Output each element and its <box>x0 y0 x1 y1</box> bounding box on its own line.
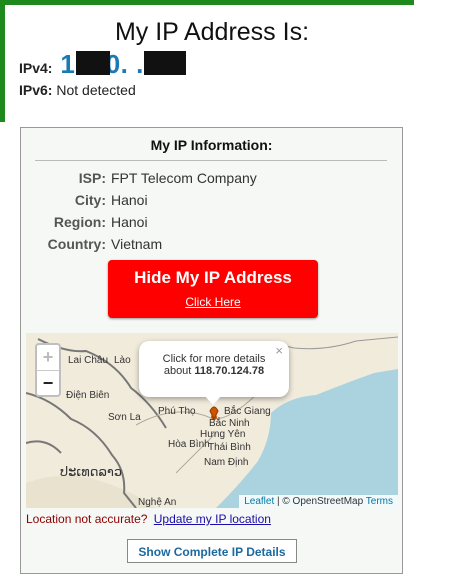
info-key: Region: <box>53 214 106 230</box>
map-label: Lai Châu <box>68 355 109 366</box>
zoom-control: + − <box>35 343 61 397</box>
popup-ip: 118.70.124.78 <box>194 365 265 377</box>
map-attribution: Leaflet | © OpenStreetMap Terms <box>239 495 398 508</box>
location-question: Location not accurate? <box>26 512 148 526</box>
map-label: Bắc Giang <box>224 406 271 417</box>
map-label: Nam Định <box>204 457 249 468</box>
info-key: City: <box>74 192 106 208</box>
popup-line1: Click for more details <box>162 353 266 365</box>
ipv6-value: Not detected <box>56 82 136 98</box>
map-label: Phú Thọ <box>158 406 196 417</box>
info-value: Vietnam <box>111 236 163 252</box>
info-row-city: City: Hanoi <box>21 192 402 212</box>
map-label: ປະເທດລາວ <box>60 464 123 479</box>
top-accent-bar <box>0 0 414 5</box>
map-popup[interactable]: × Click for more details about 118.70.12… <box>139 341 289 397</box>
show-details-button[interactable]: Show Complete IP Details <box>127 539 297 563</box>
map-label: Bắc Ninh <box>209 418 250 429</box>
ipv6-line: IPv6: Not detected <box>19 82 136 98</box>
location-map[interactable]: Lai Châu Lào Điện Biên Sơn La Phú Thọ Bắ… <box>26 333 398 508</box>
ipv4-value: 1 .70. .78 <box>60 49 187 79</box>
page-title: My IP Address Is: <box>114 18 310 46</box>
attribution-text: | © OpenStreetMap <box>277 496 364 507</box>
info-key: ISP: <box>78 170 106 186</box>
info-value: Hanoi <box>111 214 148 230</box>
info-row-region: Region: Hanoi <box>21 214 402 234</box>
map-label: Nghệ An <box>138 497 177 508</box>
hide-my-ip-button[interactable]: Hide My IP Address Click Here <box>108 260 318 318</box>
info-row-isp: ISP: FPT Telecom Company <box>21 170 402 190</box>
info-value: Hanoi <box>111 192 148 208</box>
leaflet-link[interactable]: Leaflet <box>244 496 274 507</box>
map-label: Hòa Bình <box>168 439 210 450</box>
zoom-in-button[interactable]: + <box>37 345 59 371</box>
info-key: Country: <box>47 236 106 252</box>
info-value: FPT Telecom Company <box>111 170 257 186</box>
map-label: Thái Bình <box>208 442 251 453</box>
hide-button-title: Hide My IP Address <box>134 268 292 287</box>
popup-prefix: about <box>163 365 192 377</box>
ip-redaction-mask <box>76 51 111 75</box>
hide-button-link[interactable]: Click Here <box>108 295 318 309</box>
info-row-country: Country: Vietnam <box>21 236 402 256</box>
popup-tip <box>204 395 222 405</box>
map-label: Điện Biên <box>66 390 110 401</box>
location-notice: Location not accurate? Update my IP loca… <box>26 512 271 526</box>
map-label: Sơn La <box>108 412 141 423</box>
ip-info-panel: My IP Information: ISP: FPT Telecom Comp… <box>20 127 403 574</box>
ip-redaction-mask <box>144 51 187 75</box>
terms-link[interactable]: Terms <box>366 496 393 507</box>
ipv4-line: IPv4: 1 .70. .78 <box>19 49 187 80</box>
popup-line2: about 118.70.124.78 <box>164 365 264 377</box>
map-label: Lào <box>114 355 131 366</box>
panel-title: My IP Information: <box>150 137 273 153</box>
ipv4-label: IPv4: <box>19 60 53 76</box>
divider <box>35 160 387 161</box>
update-location-link[interactable]: Update my IP location <box>154 512 271 526</box>
close-icon[interactable]: × <box>275 343 283 358</box>
zoom-out-button[interactable]: − <box>37 371 59 396</box>
ipv6-label: IPv6: <box>19 82 53 98</box>
